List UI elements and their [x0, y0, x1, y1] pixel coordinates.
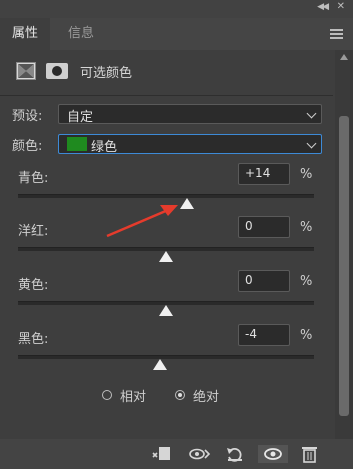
- annotation-arrow: [106, 205, 178, 238]
- clip-to-layer-icon[interactable]: [150, 445, 170, 463]
- vertical-scrollbar[interactable]: [335, 50, 353, 439]
- visibility-icon[interactable]: [258, 445, 288, 463]
- reset-icon[interactable]: [225, 445, 245, 463]
- scrollbar-thumb[interactable]: [339, 116, 349, 416]
- scroll-up-icon[interactable]: [340, 54, 348, 60]
- bottom-toolbar: [0, 439, 353, 469]
- view-previous-icon[interactable]: [188, 445, 211, 463]
- delete-icon[interactable]: [300, 445, 320, 463]
